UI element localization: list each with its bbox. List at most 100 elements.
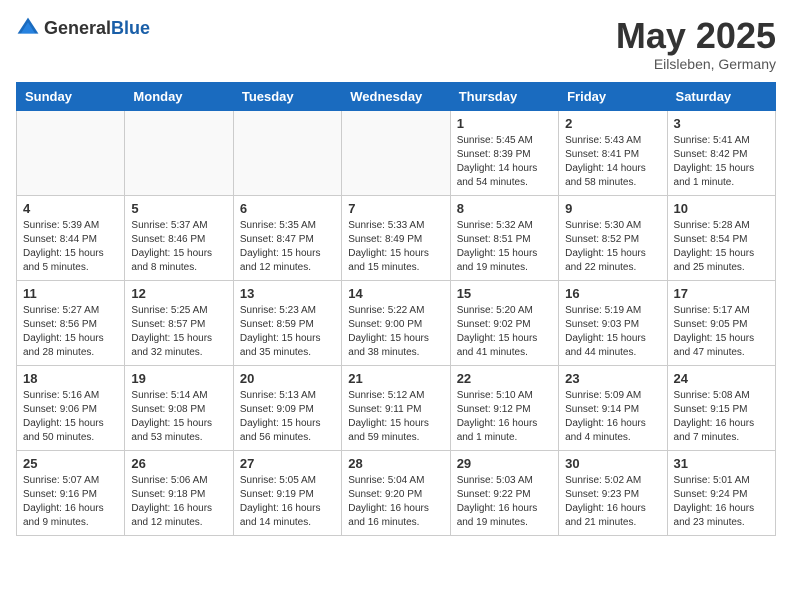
- calendar-cell: [342, 110, 450, 195]
- location-subtitle: Eilsleben, Germany: [616, 56, 776, 72]
- day-number: 7: [348, 201, 443, 216]
- calendar-cell: 19 Sunrise: 5:14 AM Sunset: 9:08 PM Dayli…: [125, 365, 233, 450]
- calendar-cell: 7 Sunrise: 5:33 AM Sunset: 8:49 PM Daylig…: [342, 195, 450, 280]
- day-number: 6: [240, 201, 335, 216]
- weekday-header-row: SundayMondayTuesdayWednesdayThursdayFrid…: [17, 82, 776, 110]
- logo-blue-text: Blue: [111, 18, 150, 38]
- day-info: Sunrise: 5:28 AM Sunset: 8:54 PM Dayligh…: [674, 219, 769, 275]
- day-number: 26: [131, 456, 226, 471]
- day-info: Sunrise: 5:17 AM Sunset: 9:05 PM Dayligh…: [674, 304, 769, 360]
- calendar-cell: 2Sunrise: 5:43 AM Sunset: 8:41 PM Daylig…: [559, 110, 667, 195]
- day-number: 9: [565, 201, 660, 216]
- calendar-week-row: 4Sunrise: 5:39 AM Sunset: 8:44 PM Daylig…: [17, 195, 776, 280]
- calendar-cell: 4Sunrise: 5:39 AM Sunset: 8:44 PM Daylig…: [17, 195, 125, 280]
- day-info: Sunrise: 5:07 AM Sunset: 9:16 PM Dayligh…: [23, 474, 118, 530]
- weekday-header-friday: Friday: [559, 82, 667, 110]
- day-info: Sunrise: 5:35 AM Sunset: 8:47 PM Dayligh…: [240, 219, 335, 275]
- day-info: Sunrise: 5:16 AM Sunset: 9:06 PM Dayligh…: [23, 389, 118, 445]
- day-info: Sunrise: 5:30 AM Sunset: 8:52 PM Dayligh…: [565, 219, 660, 275]
- calendar-cell: 9 Sunrise: 5:30 AM Sunset: 8:52 PM Daylig…: [559, 195, 667, 280]
- weekday-header-sunday: Sunday: [17, 82, 125, 110]
- calendar-cell: 8 Sunrise: 5:32 AM Sunset: 8:51 PM Daylig…: [450, 195, 558, 280]
- calendar-cell: 11 Sunrise: 5:27 AM Sunset: 8:56 PM Dayli…: [17, 280, 125, 365]
- day-number: 4: [23, 201, 118, 216]
- day-number: 12: [131, 286, 226, 301]
- calendar-week-row: 25Sunrise: 5:07 AM Sunset: 9:16 PM Dayli…: [17, 450, 776, 535]
- weekday-header-monday: Monday: [125, 82, 233, 110]
- calendar-cell: 12 Sunrise: 5:25 AM Sunset: 8:57 PM Dayli…: [125, 280, 233, 365]
- calendar-cell: 22 Sunrise: 5:10 AM Sunset: 9:12 PM Dayli…: [450, 365, 558, 450]
- calendar-cell: 25Sunrise: 5:07 AM Sunset: 9:16 PM Dayli…: [17, 450, 125, 535]
- weekday-header-saturday: Saturday: [667, 82, 775, 110]
- day-info: Sunrise: 5:01 AM Sunset: 9:24 PM Dayligh…: [674, 474, 769, 530]
- day-info: Sunrise: 5:37 AM Sunset: 8:46 PM Dayligh…: [131, 219, 226, 275]
- day-info: Sunrise: 5:10 AM Sunset: 9:12 PM Dayligh…: [457, 389, 552, 445]
- weekday-header-wednesday: Wednesday: [342, 82, 450, 110]
- day-info: Sunrise: 5:27 AM Sunset: 8:56 PM Dayligh…: [23, 304, 118, 360]
- day-info: Sunrise: 5:25 AM Sunset: 8:57 PM Dayligh…: [131, 304, 226, 360]
- day-info: Sunrise: 5:23 AM Sunset: 8:59 PM Dayligh…: [240, 304, 335, 360]
- day-info: Sunrise: 5:43 AM Sunset: 8:41 PM Dayligh…: [565, 134, 660, 190]
- calendar-cell: 20Sunrise: 5:13 AM Sunset: 9:09 PM Dayli…: [233, 365, 341, 450]
- day-number: 8: [457, 201, 552, 216]
- logo-icon: [16, 16, 40, 40]
- day-number: 15: [457, 286, 552, 301]
- page-header: GeneralBlue May 2025 Eilsleben, Germany: [16, 16, 776, 72]
- day-info: Sunrise: 5:02 AM Sunset: 9:23 PM Dayligh…: [565, 474, 660, 530]
- calendar-table: SundayMondayTuesdayWednesdayThursdayFrid…: [16, 82, 776, 536]
- logo: GeneralBlue: [16, 16, 150, 40]
- calendar-cell: 5 Sunrise: 5:37 AM Sunset: 8:46 PM Daylig…: [125, 195, 233, 280]
- day-info: Sunrise: 5:03 AM Sunset: 9:22 PM Dayligh…: [457, 474, 552, 530]
- day-number: 22: [457, 371, 552, 386]
- day-number: 23: [565, 371, 660, 386]
- day-info: Sunrise: 5:33 AM Sunset: 8:49 PM Dayligh…: [348, 219, 443, 275]
- day-info: Sunrise: 5:14 AM Sunset: 9:08 PM Dayligh…: [131, 389, 226, 445]
- calendar-cell: [233, 110, 341, 195]
- day-info: Sunrise: 5:09 AM Sunset: 9:14 PM Dayligh…: [565, 389, 660, 445]
- calendar-cell: 18Sunrise: 5:16 AM Sunset: 9:06 PM Dayli…: [17, 365, 125, 450]
- title-section: May 2025 Eilsleben, Germany: [616, 16, 776, 72]
- day-number: 11: [23, 286, 118, 301]
- day-number: 20: [240, 371, 335, 386]
- day-number: 10: [674, 201, 769, 216]
- day-info: Sunrise: 5:41 AM Sunset: 8:42 PM Dayligh…: [674, 134, 769, 190]
- day-number: 24: [674, 371, 769, 386]
- day-info: Sunrise: 5:08 AM Sunset: 9:15 PM Dayligh…: [674, 389, 769, 445]
- day-info: Sunrise: 5:06 AM Sunset: 9:18 PM Dayligh…: [131, 474, 226, 530]
- calendar-cell: 26 Sunrise: 5:06 AM Sunset: 9:18 PM Dayli…: [125, 450, 233, 535]
- day-info: Sunrise: 5:12 AM Sunset: 9:11 PM Dayligh…: [348, 389, 443, 445]
- calendar-cell: 31 Sunrise: 5:01 AM Sunset: 9:24 PM Dayli…: [667, 450, 775, 535]
- month-year-title: May 2025: [616, 16, 776, 56]
- calendar-cell: 17Sunrise: 5:17 AM Sunset: 9:05 PM Dayli…: [667, 280, 775, 365]
- calendar-cell: 28Sunrise: 5:04 AM Sunset: 9:20 PM Dayli…: [342, 450, 450, 535]
- day-number: 21: [348, 371, 443, 386]
- day-number: 30: [565, 456, 660, 471]
- day-number: 19: [131, 371, 226, 386]
- calendar-cell: 27Sunrise: 5:05 AM Sunset: 9:19 PM Dayli…: [233, 450, 341, 535]
- calendar-week-row: 11 Sunrise: 5:27 AM Sunset: 8:56 PM Dayli…: [17, 280, 776, 365]
- calendar-cell: 10 Sunrise: 5:28 AM Sunset: 8:54 PM Dayli…: [667, 195, 775, 280]
- weekday-header-tuesday: Tuesday: [233, 82, 341, 110]
- day-info: Sunrise: 5:22 AM Sunset: 9:00 PM Dayligh…: [348, 304, 443, 360]
- day-number: 5: [131, 201, 226, 216]
- calendar-week-row: 18Sunrise: 5:16 AM Sunset: 9:06 PM Dayli…: [17, 365, 776, 450]
- calendar-cell: 30 Sunrise: 5:02 AM Sunset: 9:23 PM Dayli…: [559, 450, 667, 535]
- weekday-header-thursday: Thursday: [450, 82, 558, 110]
- day-info: Sunrise: 5:04 AM Sunset: 9:20 PM Dayligh…: [348, 474, 443, 530]
- calendar-cell: 1 Sunrise: 5:45 AM Sunset: 8:39 PM Daylig…: [450, 110, 558, 195]
- day-info: Sunrise: 5:32 AM Sunset: 8:51 PM Dayligh…: [457, 219, 552, 275]
- calendar-cell: 23 Sunrise: 5:09 AM Sunset: 9:14 PM Dayli…: [559, 365, 667, 450]
- calendar-week-row: 1 Sunrise: 5:45 AM Sunset: 8:39 PM Daylig…: [17, 110, 776, 195]
- calendar-cell: 16Sunrise: 5:19 AM Sunset: 9:03 PM Dayli…: [559, 280, 667, 365]
- day-number: 1: [457, 116, 552, 131]
- day-info: Sunrise: 5:05 AM Sunset: 9:19 PM Dayligh…: [240, 474, 335, 530]
- calendar-cell: 24 Sunrise: 5:08 AM Sunset: 9:15 PM Dayli…: [667, 365, 775, 450]
- calendar-cell: [125, 110, 233, 195]
- logo-general-text: General: [44, 18, 111, 38]
- calendar-cell: 29Sunrise: 5:03 AM Sunset: 9:22 PM Dayli…: [450, 450, 558, 535]
- calendar-cell: 13 Sunrise: 5:23 AM Sunset: 8:59 PM Dayli…: [233, 280, 341, 365]
- day-number: 13: [240, 286, 335, 301]
- calendar-cell: [17, 110, 125, 195]
- day-number: 31: [674, 456, 769, 471]
- day-info: Sunrise: 5:45 AM Sunset: 8:39 PM Dayligh…: [457, 134, 552, 190]
